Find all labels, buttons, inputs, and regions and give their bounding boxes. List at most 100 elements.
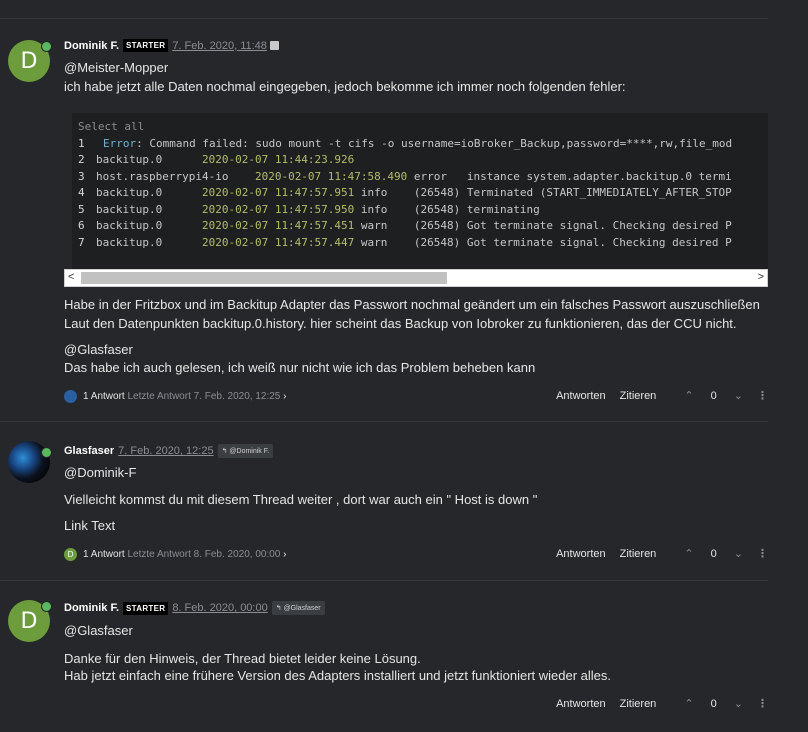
reply-arrow-icon: ↰ <box>275 605 282 612</box>
code-line: 1 Error: Command failed: sudo mount -t ci… <box>78 136 768 153</box>
post-text: ich habe jetzt alle Daten nochmal eingeg… <box>64 79 626 94</box>
chevron-right-icon: › <box>283 549 287 560</box>
post-time[interactable]: 8. Feb. 2020, 00:00 <box>172 602 267 614</box>
thread-link[interactable]: Link Text <box>64 517 115 534</box>
post-time[interactable]: 7. Feb. 2020, 11:48 <box>172 40 267 52</box>
chevron-right-icon: › <box>283 391 287 402</box>
code-message: warn (26548) Got terminate signal. Check… <box>354 235 732 249</box>
online-indicator <box>41 447 52 458</box>
code-line: 5 backitup.0 2020-02-07 11:47:57.950 info… <box>78 202 768 219</box>
reply-avatar-icon <box>64 390 77 403</box>
post-footer: Antworten Zitieren ⌃ 0 ⌄ ⋮ <box>64 697 768 713</box>
upvote-icon[interactable]: ⌃ <box>684 390 693 402</box>
code-line: 4 backitup.0 2020-02-07 11:47:57.951 info… <box>78 185 768 202</box>
edit-icon[interactable] <box>269 41 279 50</box>
mention[interactable]: @Glasfaser <box>64 622 133 639</box>
reply-to-badge[interactable]: ↰ @Glasfaser <box>271 601 325 615</box>
starter-badge: STARTER <box>123 39 169 52</box>
select-all-link[interactable]: Select all <box>78 119 768 136</box>
post-text: Hab jetzt einfach eine frühere Version d… <box>64 668 612 683</box>
reply-button[interactable]: Antworten <box>556 390 606 402</box>
code-timestamp: 2020-02-07 11:44:23.926 <box>201 153 355 166</box>
post-text: Danke für den Hinweis, der Thread bietet… <box>64 651 421 666</box>
post-header: Dominik F. STARTER 8. Feb. 2020, 00:00 ↰… <box>64 601 325 615</box>
replies-count: 1 Antwort <box>83 391 125 402</box>
replies-link[interactable]: 1 Antwort Letzte Antwort 8. Feb. 2020, 0… <box>83 549 287 560</box>
code-line: 7 backitup.0 2020-02-07 11:47:57.447 warn… <box>78 235 768 252</box>
reply-button[interactable]: Antworten <box>556 548 606 560</box>
post-text: Laut den Datenpunkten backitup.0.history… <box>64 316 737 331</box>
avatar-letter: D <box>20 48 38 74</box>
more-options-icon[interactable]: ⋮ <box>757 697 768 710</box>
divider <box>0 421 768 422</box>
quote-button[interactable]: Zitieren <box>620 390 657 402</box>
downvote-icon[interactable]: ⌄ <box>734 548 743 560</box>
code-message: : Command failed: sudo mount -t cifs -o … <box>136 136 733 150</box>
divider <box>0 18 768 19</box>
code-source: backitup.0 <box>96 186 202 199</box>
reply-button[interactable]: Antworten <box>556 698 606 710</box>
post-actions: Antworten Zitieren ⌃ 0 ⌄ ⋮ <box>542 389 768 403</box>
line-number: 2 <box>78 153 85 166</box>
author-name[interactable]: Dominik F. <box>64 40 119 52</box>
post-footer: D 1 Antwort Letzte Antwort 8. Feb. 2020,… <box>64 547 768 563</box>
last-reply: Letzte Antwort 8. Feb. 2020, 00:00 <box>127 549 281 560</box>
upvote-icon[interactable]: ⌃ <box>684 548 693 560</box>
scroll-right-icon[interactable]: > <box>758 271 764 283</box>
code-source: backitup.0 <box>96 235 202 249</box>
vote-control[interactable]: ⌃ 0 ⌄ <box>670 697 743 710</box>
code-timestamp: 2020-02-07 11:47:57.951 <box>201 186 355 199</box>
reply-avatar-icon: D <box>64 548 77 561</box>
scroll-left-icon[interactable]: < <box>68 271 74 283</box>
replies-link[interactable]: 1 Antwort Letzte Antwort 7. Feb. 2020, 1… <box>83 391 287 402</box>
more-options-icon[interactable]: ⋮ <box>757 389 768 402</box>
avatar-letter: D <box>20 608 38 634</box>
post-footer: 1 Antwort Letzte Antwort 7. Feb. 2020, 1… <box>64 389 768 405</box>
replies-count: 1 Antwort <box>83 549 125 560</box>
online-indicator <box>41 41 52 52</box>
downvote-icon[interactable]: ⌄ <box>734 698 743 710</box>
code-source: backitup.0 <box>96 202 202 216</box>
line-number: 5 <box>78 202 85 216</box>
vote-count: 0 <box>710 390 717 402</box>
line-number: 1 <box>78 136 85 150</box>
mention[interactable]: @Meister-Mopper <box>64 59 168 76</box>
quote-button[interactable]: Zitieren <box>620 548 657 560</box>
mention[interactable]: @Dominik-F <box>64 464 136 481</box>
code-source: backitup.0 <box>96 219 202 232</box>
quote-button[interactable]: Zitieren <box>620 698 657 710</box>
code-block: Select all 1 Error: Command failed: sudo m… <box>72 113 768 287</box>
vote-control[interactable]: ⌃ 0 ⌄ <box>670 389 743 402</box>
vote-control[interactable]: ⌃ 0 ⌄ <box>670 547 743 560</box>
code-message: info (26548) terminating <box>354 202 540 216</box>
code-timestamp: 2020-02-07 11:47:58.490 <box>254 169 408 183</box>
starter-badge: STARTER <box>123 601 169 615</box>
reply-to-badge[interactable]: ↰ @Dominik F. <box>217 444 274 458</box>
reply-to-name: @Dominik F. <box>229 448 270 455</box>
code-error-keyword: Error <box>103 136 137 150</box>
post-text: Das habe ich auch gelesen, ich weiß nur … <box>64 360 536 375</box>
vote-count: 0 <box>710 548 717 560</box>
line-number: 4 <box>78 186 85 199</box>
author-name[interactable]: Glasfaser <box>64 445 114 457</box>
reply-arrow-icon: ↰ <box>221 448 228 455</box>
code-message: info (26548) Terminated (START_IMMEDIATE… <box>354 186 732 199</box>
code-timestamp: 2020-02-07 11:47:57.447 <box>201 235 355 249</box>
vote-count: 0 <box>710 698 717 710</box>
post-text: Vielleicht kommst du mit diesem Thread w… <box>64 492 538 507</box>
code-line: 2 backitup.0 2020-02-07 11:44:23.926 <box>78 152 768 169</box>
mention[interactable]: @Glasfaser <box>64 341 133 358</box>
code-message: error instance system.adapter.backitup.0… <box>407 169 732 183</box>
upvote-icon[interactable]: ⌃ <box>684 698 693 710</box>
horizontal-scrollbar[interactable]: < > <box>64 269 768 287</box>
post-time[interactable]: 7. Feb. 2020, 12:25 <box>118 445 213 457</box>
downvote-icon[interactable]: ⌄ <box>734 390 743 402</box>
author-name[interactable]: Dominik F. <box>64 602 119 614</box>
line-number: 3 <box>78 169 85 183</box>
last-reply: Letzte Antwort 7. Feb. 2020, 12:25 <box>127 391 281 402</box>
scroll-thumb[interactable] <box>81 272 447 284</box>
post-text: Habe in der Fritzbox und im Backitup Ada… <box>64 297 760 312</box>
code-line: 3 host.raspberrypi4-io 2020-02-07 11:47:5… <box>78 169 768 186</box>
post-actions: Antworten Zitieren ⌃ 0 ⌄ ⋮ <box>542 547 768 561</box>
more-options-icon[interactable]: ⋮ <box>757 547 768 560</box>
